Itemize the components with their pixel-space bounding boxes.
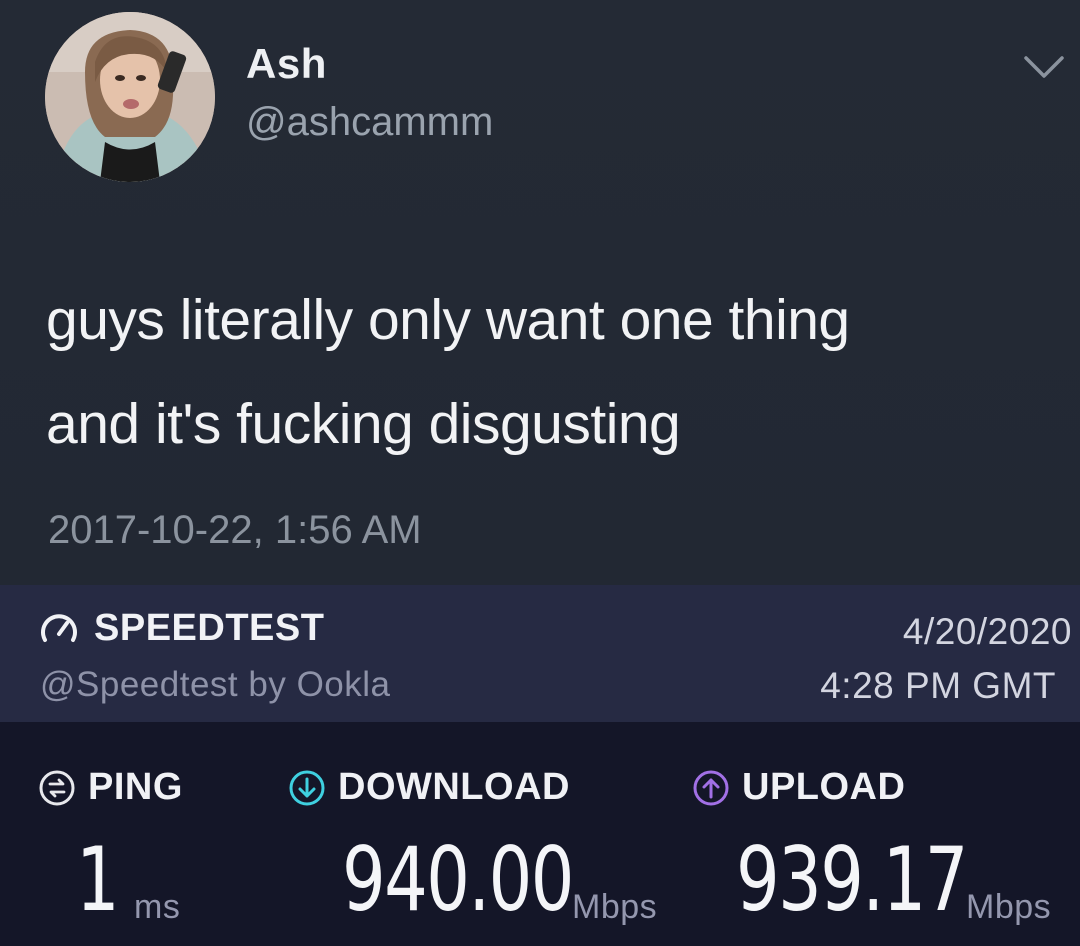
tweet-timestamp: 2017-10-22, 1:56 AM [48,508,422,552]
download-metric-header: DOWNLOAD [288,766,570,809]
upload-label: UPLOAD [742,766,906,808]
speedtest-time: 4:28 PM GMT [820,665,1056,706]
tweet-text-line: guys literally only want one thing [46,288,850,352]
screenshot-frame: Ash @ashcammm guys literally only want o… [0,0,1080,946]
speedtest-brand-label: SPEEDTEST [94,607,325,649]
download-icon [289,770,325,805]
speedtest-results: PING 1 ms DOWNLOAD 940.00 Mbps UPLOAD 93… [0,722,1080,946]
tweet-text: guys literally only want one thing and i… [46,268,1056,476]
speedtest-handle[interactable]: @Speedtest by Ookla [40,665,391,705]
download-label: DOWNLOAD [338,766,570,808]
ping-icon [39,770,75,805]
ping-unit: ms [134,888,181,926]
upload-icon [693,770,729,805]
upload-metric-header: UPLOAD [692,766,905,809]
speedtest-date: 4/20/2020 [902,611,1072,652]
author-name[interactable]: Ash [246,40,327,88]
tweet-card: Ash @ashcammm guys literally only want o… [0,0,1080,585]
ping-label: PING [88,766,183,808]
speedtest-header: SPEEDTEST @Speedtest by Ookla 4/20/2020 … [0,585,1080,722]
avatar[interactable] [45,12,215,182]
speedtest-gauge-icon [41,613,77,642]
download-value: 940.00 [342,828,574,931]
avatar-photo [45,12,215,182]
speedtest-brand: SPEEDTEST [38,607,324,650]
tweet-text-line: and it's fucking disgusting [46,392,681,456]
ping-value: 1 [76,828,120,931]
ping-metric-header: PING [38,766,183,809]
upload-value: 939.17 [736,828,968,931]
download-unit: Mbps [572,888,658,926]
author-handle[interactable]: @ashcammm [246,100,493,145]
upload-unit: Mbps [966,888,1052,926]
chevron-down-icon[interactable] [1022,52,1066,82]
